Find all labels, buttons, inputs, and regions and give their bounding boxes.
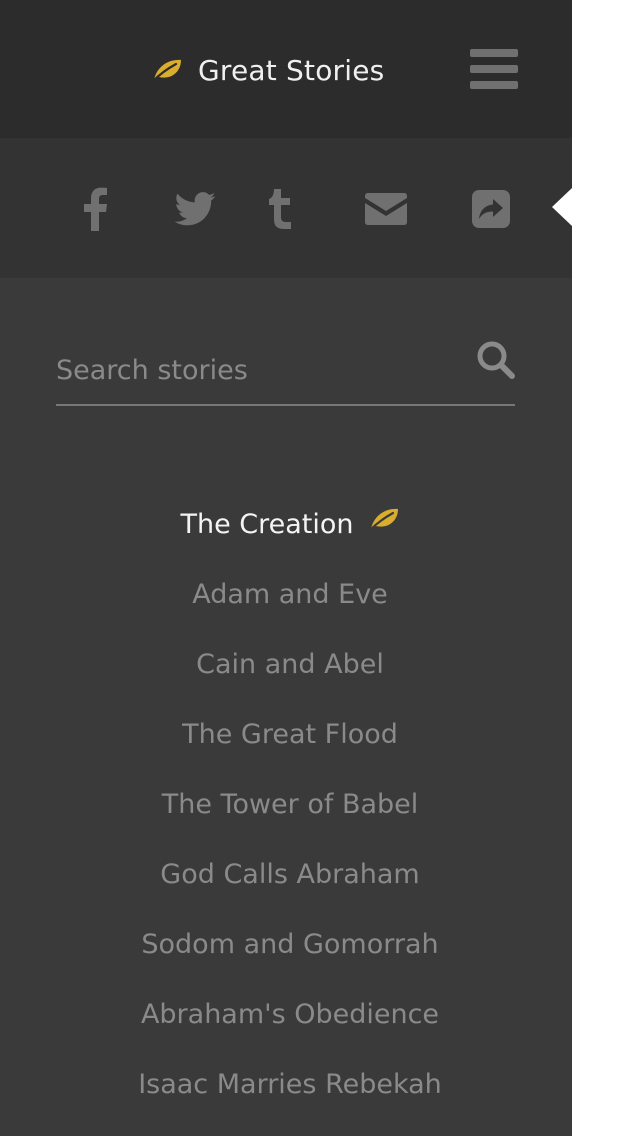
top-bar: Great Stories: [0, 0, 572, 138]
story-item-sodom-and-gomorrah[interactable]: Sodom and Gomorrah: [0, 910, 580, 980]
story-label: The Great Flood: [182, 719, 398, 750]
story-label: Isaac Marries Rebekah: [138, 1069, 442, 1100]
search-bar: [56, 338, 515, 406]
story-label: Cain and Abel: [196, 649, 384, 680]
twitter-icon[interactable]: [170, 186, 220, 232]
story-list: The Creation Adam and Eve Cain and Abel …: [0, 490, 580, 1120]
story-label: Abraham's Obedience: [140, 999, 440, 1030]
story-item-the-great-flood[interactable]: The Great Flood: [0, 700, 580, 770]
app-title: Great Stories: [198, 53, 385, 87]
tumblr-icon[interactable]: [255, 186, 305, 232]
leaf-icon: [150, 57, 184, 83]
story-label: Adam and Eve: [192, 579, 388, 610]
share-icon[interactable]: [466, 186, 516, 232]
story-item-cain-and-abel[interactable]: Cain and Abel: [0, 630, 580, 700]
story-item-abrahams-obedience[interactable]: Abraham's Obedience: [0, 980, 580, 1050]
story-item-the-tower-of-babel[interactable]: The Tower of Babel: [0, 770, 580, 840]
search-input[interactable]: [56, 348, 456, 392]
brand[interactable]: Great Stories: [150, 48, 384, 92]
story-label: The Creation: [180, 509, 354, 540]
panel-pointer-caret: [552, 188, 572, 226]
email-icon[interactable]: [361, 186, 411, 232]
story-item-the-creation[interactable]: The Creation: [0, 490, 580, 560]
hamburger-menu-icon[interactable]: [468, 47, 520, 91]
story-item-adam-and-eve[interactable]: Adam and Eve: [0, 560, 580, 630]
search-icon[interactable]: [476, 340, 516, 380]
story-label: Sodom and Gomorrah: [141, 929, 439, 960]
story-item-isaac-marries-rebekah[interactable]: Isaac Marries Rebekah: [0, 1050, 580, 1120]
side-navigation-panel: Great Stories Search stories The Creatio…: [0, 0, 572, 1136]
story-label: God Calls Abraham: [160, 859, 420, 890]
story-item-god-calls-abraham[interactable]: God Calls Abraham: [0, 840, 580, 910]
facebook-icon[interactable]: [70, 186, 120, 232]
story-label: The Tower of Babel: [161, 789, 419, 820]
leaf-icon: [368, 488, 400, 558]
